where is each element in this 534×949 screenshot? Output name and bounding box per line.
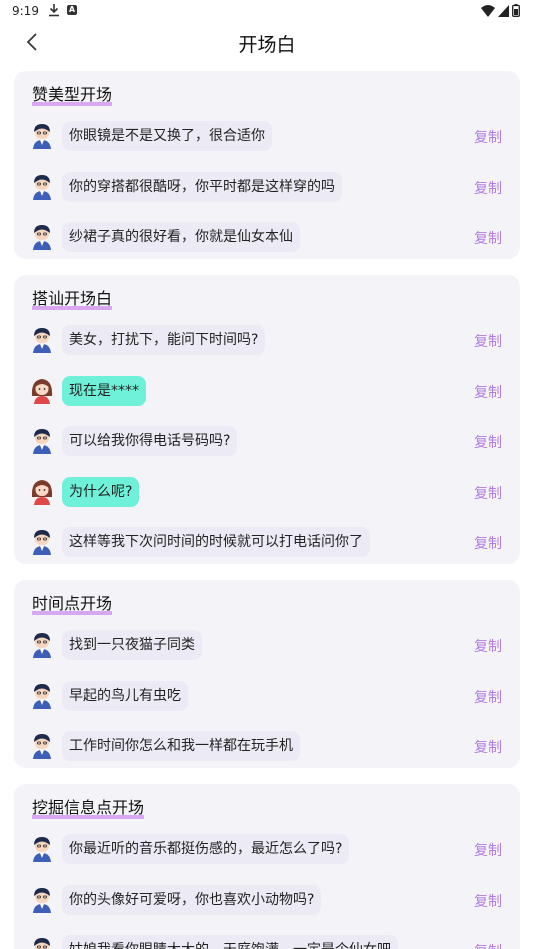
script-row: 你最近听的音乐都挺伤感的，最近怎么了吗? 复制 (14, 834, 520, 870)
status-right-icons (481, 4, 520, 17)
section-title: 搭讪开场白 (32, 285, 113, 310)
script-row: 你的头像好可爱呀，你也喜欢小动物吗? 复制 (14, 884, 520, 921)
script-row: 可以给我你得电话号码吗? 复制 (14, 426, 520, 462)
script-row: 你眼镜是不是又换了，很合适你 复制 (14, 121, 520, 157)
message-bubble: 你最近听的音乐都挺伤感的，最近怎么了吗? (62, 834, 350, 864)
copy-button[interactable]: 复制 (474, 483, 502, 503)
girl-avatar-icon (30, 378, 54, 404)
battery-icon (512, 4, 520, 17)
script-row: 现在是**** 复制 (14, 375, 520, 412)
boy-avatar-icon (30, 887, 54, 913)
script-row: 纱裙子真的很好看，你就是仙女本仙 复制 (14, 222, 520, 258)
message-bubble: 为什么呢? (62, 476, 140, 507)
section-title: 赞美型开场 (32, 81, 113, 106)
copy-button[interactable]: 复制 (474, 636, 502, 656)
boy-avatar-icon (30, 632, 54, 658)
copy-button[interactable]: 复制 (474, 891, 502, 911)
message-bubble: 纱裙子真的很好看，你就是仙女本仙 (62, 222, 300, 253)
boy-avatar-icon (30, 733, 54, 760)
script-row: 美女，打扰下，能问下时间吗? 复制 (14, 325, 520, 361)
boy-avatar-icon (30, 937, 54, 949)
message-bubble: 你的头像好可爱呀，你也喜欢小动物吗? (62, 884, 322, 915)
boy-avatar-icon (30, 836, 54, 862)
copy-button[interactable]: 复制 (474, 178, 502, 198)
message-bubble: 工作时间你怎么和我一样都在玩手机 (62, 731, 300, 762)
section-title: 挖掘信息点开场 (32, 794, 145, 819)
copy-button[interactable]: 复制 (474, 687, 502, 707)
status-bar: 9:19 A (0, 0, 534, 24)
script-row: 早起的鸟儿有虫吃 复制 (14, 680, 520, 717)
wifi-icon (481, 4, 495, 17)
notification-a-icon: A (67, 5, 77, 15)
copy-button[interactable]: 复制 (474, 127, 502, 147)
boy-avatar-icon (30, 683, 54, 709)
script-row: 这样等我下次问时间的时候就可以打电话问你了 复制 (14, 527, 520, 563)
page-title: 开场白 (238, 34, 296, 56)
copy-button[interactable]: 复制 (474, 432, 502, 452)
status-time: 9:19 (12, 4, 39, 18)
message-bubble: 你的穿搭都很酷呀，你平时都是这样穿的吗 (62, 171, 342, 202)
copy-button[interactable]: 复制 (474, 941, 502, 949)
message-bubble: 美女，打扰下，能问下时间吗? (62, 325, 266, 355)
section-card: 时间点开场 找到一只夜猫子同类 复制 早起的鸟儿有虫吃 复制 工作时间你怎么和我一样… (14, 580, 520, 768)
message-bubble: 现在是**** (62, 375, 146, 406)
header: 开场白 (0, 24, 534, 64)
boy-avatar-icon (30, 174, 54, 200)
boy-avatar-icon (30, 529, 54, 556)
script-row: 姑娘我看你眼睛大大的，天庭饱满，一定是个仙女吧 复制 (14, 935, 520, 949)
section-card: 赞美型开场 你眼镜是不是又换了，很合适你 复制 你的穿搭都很酷呀，你平时都是这样穿… (14, 71, 520, 259)
message-bubble: 找到一只夜猫子同类 (62, 630, 202, 660)
script-row: 为什么呢? 复制 (14, 476, 520, 513)
message-bubble: 早起的鸟儿有虫吃 (62, 680, 188, 711)
boy-avatar-icon (30, 428, 54, 455)
message-bubble: 这样等我下次问时间的时候就可以打电话问你了 (62, 527, 370, 558)
script-row: 找到一只夜猫子同类 复制 (14, 630, 520, 666)
copy-button[interactable]: 复制 (474, 840, 502, 860)
section-card: 挖掘信息点开场 你最近听的音乐都挺伤感的，最近怎么了吗? 复制 你的头像好可爱呀，… (14, 784, 520, 949)
copy-button[interactable]: 复制 (474, 382, 502, 402)
copy-button[interactable]: 复制 (474, 331, 502, 351)
section-card: 搭讪开场白 美女，打扰下，能问下时间吗? 复制 现在是**** 复制 可以给我你得电… (14, 275, 520, 564)
download-icon (49, 4, 59, 17)
copy-button[interactable]: 复制 (474, 228, 502, 248)
message-bubble: 可以给我你得电话号码吗? (62, 426, 238, 457)
copy-button[interactable]: 复制 (474, 737, 502, 757)
boy-avatar-icon (30, 123, 54, 149)
signal-icon (498, 4, 509, 17)
boy-avatar-icon (30, 327, 54, 353)
message-bubble: 姑娘我看你眼睛大大的，天庭饱满，一定是个仙女吧 (62, 935, 398, 949)
girl-avatar-icon (30, 479, 54, 505)
copy-button[interactable]: 复制 (474, 533, 502, 553)
script-row: 你的穿搭都很酷呀，你平时都是这样穿的吗 复制 (14, 171, 520, 208)
message-bubble: 你眼镜是不是又换了，很合适你 (62, 121, 272, 151)
section-title: 时间点开场 (32, 590, 113, 615)
script-row: 工作时间你怎么和我一样都在玩手机 复制 (14, 731, 520, 767)
boy-avatar-icon (30, 224, 54, 251)
